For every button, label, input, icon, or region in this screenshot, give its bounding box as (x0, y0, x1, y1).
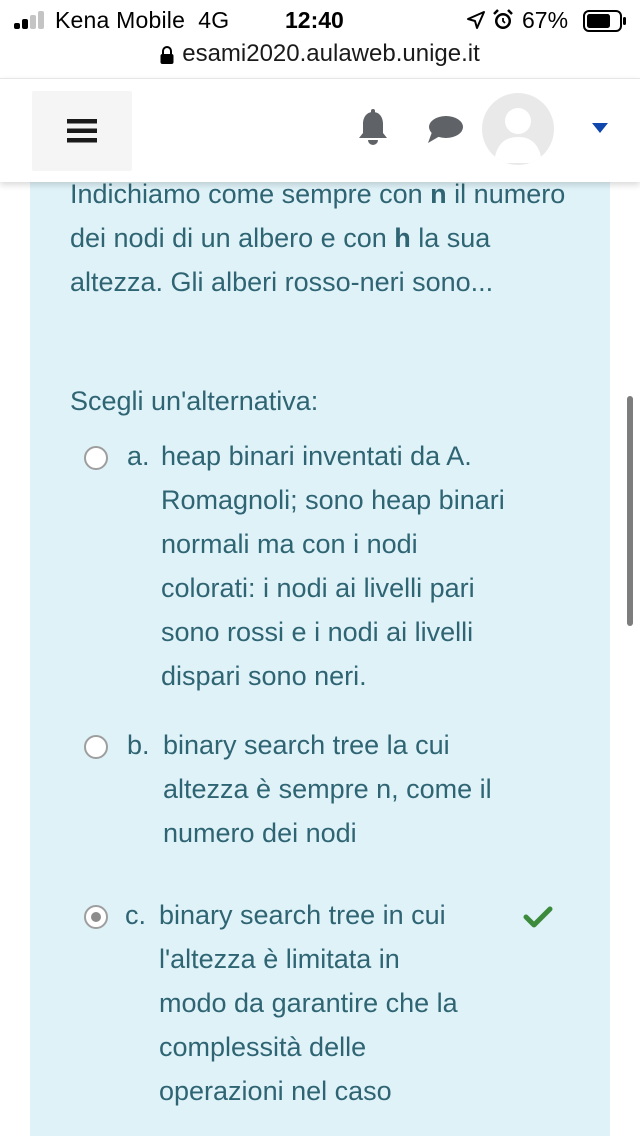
answer-b-line: numero dei nodi (163, 818, 357, 848)
app-navbar (0, 78, 640, 182)
answer-text-a: heap binari inventati da A. Romagnoli; s… (161, 434, 561, 698)
answer-c-line: complessità delle (159, 1032, 367, 1062)
network-type: 4G (198, 7, 230, 33)
answer-letter-b: b. (127, 730, 150, 760)
answer-prompt: Scegli un'alternativa: (70, 386, 319, 416)
answer-a-line: heap binari inventati da A. (161, 441, 472, 471)
answer-a-line: Romagnoli; sono heap binari (161, 485, 505, 515)
answer-c-line: binary search tree in cui (159, 900, 446, 930)
bell-icon[interactable] (356, 109, 390, 147)
battery-icon (583, 10, 626, 32)
battery-percentage: 67% (522, 7, 569, 33)
answer-text-c: binary search tree in cui l'altezza è li… (159, 893, 559, 1113)
answer-option-b[interactable]: b. binary search tree la cui altezza è s… (70, 723, 590, 863)
question-text-part1: Indichiamo come sempre con (70, 182, 431, 209)
question-box: Indichiamo come sempre con n il numero d… (30, 182, 610, 1136)
alarm-clock-icon (493, 9, 513, 29)
chat-icon[interactable] (426, 115, 464, 145)
question-bold-n: n (430, 182, 447, 209)
answer-letter-a: a. (127, 441, 150, 471)
answer-a-line: colorati: i nodi ai livelli pari (161, 573, 475, 603)
status-bar: Kena Mobile 4G 12:40 67% (0, 0, 640, 40)
question-text: Indichiamo come sempre con n il numero d… (70, 182, 570, 304)
answer-letter-c: c. (125, 900, 147, 930)
url-text: esami2020.aulaweb.unige.it (182, 40, 480, 67)
answer-b-line: binary search tree la cui (163, 730, 450, 760)
answer-option-c[interactable]: c. binary search tree in cui l'altezza è… (70, 893, 590, 1133)
carrier-network: Kena Mobile 4G (55, 7, 229, 34)
hamburger-icon (67, 119, 97, 143)
question-bold-h: h (394, 223, 411, 253)
menu-button[interactable] (32, 91, 132, 171)
radio-button-c-selected[interactable] (84, 905, 108, 929)
page-scrollbar[interactable] (627, 396, 633, 626)
answer-a-line: dispari sono neri. (161, 661, 367, 691)
answer-c-line: l'altezza è limitata in (159, 944, 400, 974)
browser-url-bar[interactable]: esami2020.aulaweb.unige.it (0, 40, 640, 78)
quiz-content: Indichiamo come sempre con n il numero d… (0, 182, 640, 1136)
signal-strength-icon (14, 11, 46, 29)
answer-a-line: sono rossi e i nodi ai livelli (161, 617, 474, 647)
correct-checkmark-icon (523, 906, 553, 928)
lock-icon (160, 46, 174, 64)
user-avatar[interactable] (482, 93, 554, 165)
answer-option-a[interactable]: a. heap binari inventati da A. Romagnoli… (70, 434, 590, 704)
location-arrow-icon (467, 11, 485, 29)
status-time: 12:40 (285, 7, 344, 33)
answer-c-line: modo da garantire che la (159, 988, 458, 1018)
radio-button-b[interactable] (84, 735, 108, 759)
answer-c-line: operazioni nel caso (159, 1076, 392, 1106)
answer-a-line: normali ma con i nodi (161, 529, 418, 559)
answer-text-b: binary search tree la cui altezza è semp… (163, 723, 563, 855)
caret-down-icon[interactable] (592, 123, 608, 133)
radio-button-a[interactable] (84, 446, 108, 470)
user-silhouette-icon (494, 108, 542, 163)
carrier-name: Kena Mobile (55, 7, 186, 33)
answer-b-line: altezza è sempre n, come il (163, 774, 492, 804)
